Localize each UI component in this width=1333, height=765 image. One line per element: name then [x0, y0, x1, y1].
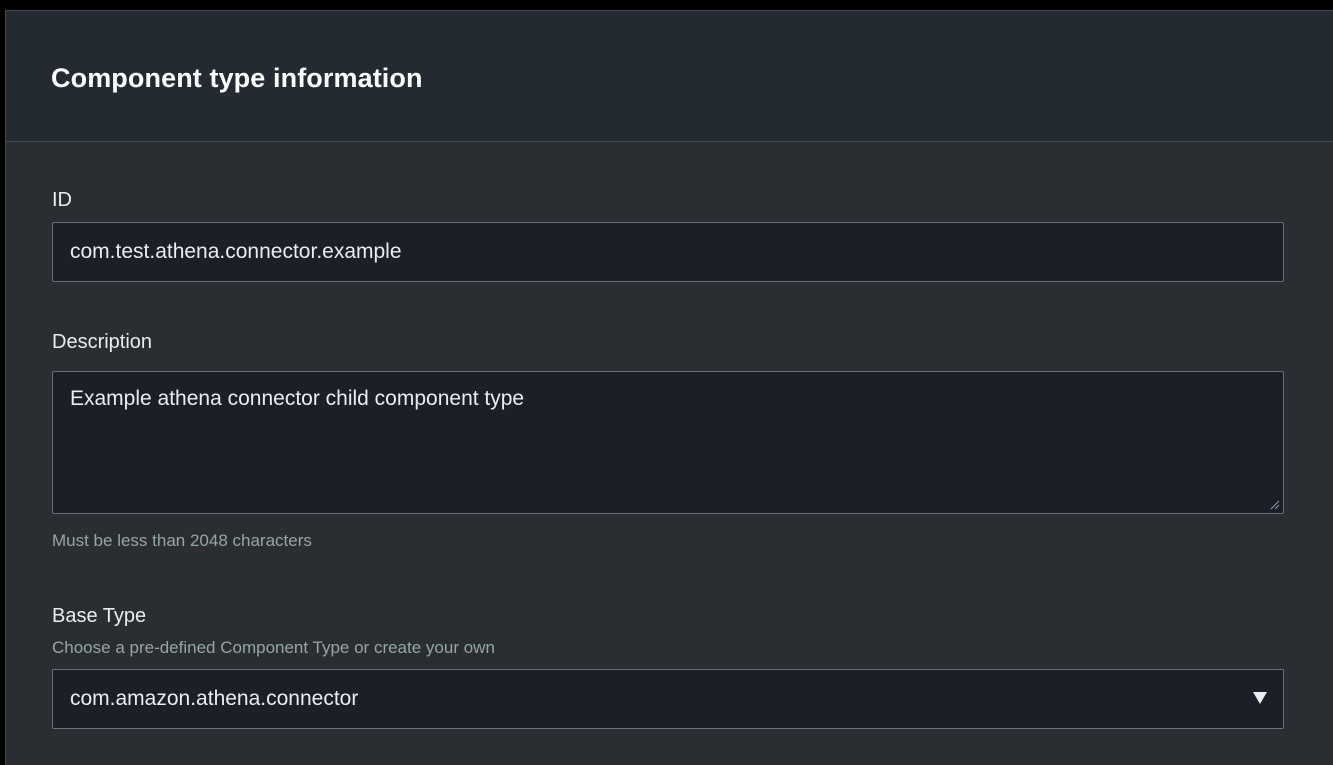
description-wrapper: Example athena connector child component… [52, 371, 1284, 514]
id-label: ID [52, 189, 72, 211]
panel-title: Component type information [51, 63, 423, 93]
description-label: Description [52, 331, 153, 353]
description-textarea[interactable]: Example athena connector child component… [52, 371, 1284, 514]
caret-down-icon [1253, 692, 1267, 704]
base-type-hint: Choose a pre-defined Component Type or c… [52, 638, 495, 657]
id-input[interactable] [52, 222, 1284, 282]
base-type-label: Base Type [52, 605, 147, 627]
resize-handle-icon[interactable] [1270, 500, 1280, 510]
base-type-selected-value: com.amazon.athena.connector [70, 687, 359, 710]
base-type-select[interactable]: com.amazon.athena.connector [52, 669, 1284, 729]
component-type-panel: Component type information ID Descriptio… [5, 10, 1333, 765]
description-hint: Must be less than 2048 characters [52, 531, 312, 550]
panel-header: Component type information [6, 11, 1333, 142]
